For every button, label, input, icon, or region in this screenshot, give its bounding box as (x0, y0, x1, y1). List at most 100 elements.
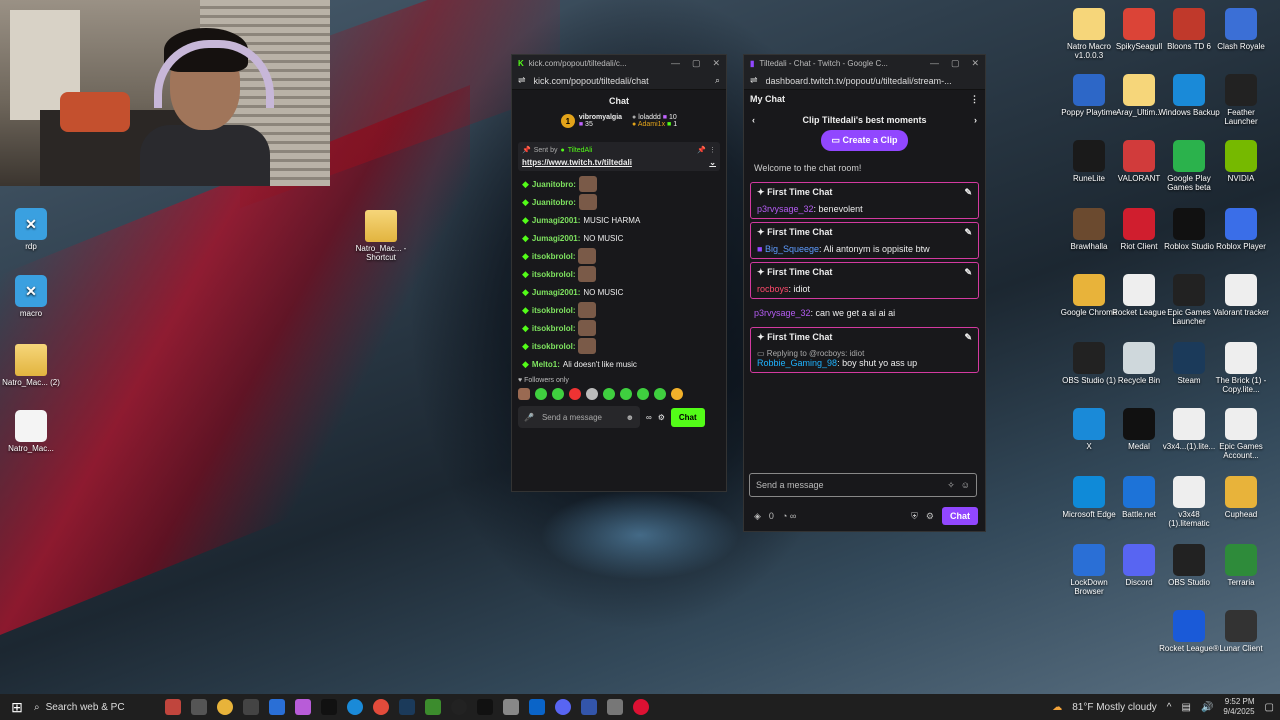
twitch-url-bar[interactable]: ⇌ dashboard.twitch.tv/popout/u/tiltedali… (744, 72, 985, 90)
emote-icon[interactable] (637, 388, 649, 400)
emote-icon[interactable] (603, 388, 615, 400)
weather-icon[interactable]: ☁ (1052, 702, 1062, 713)
chat-username[interactable]: Jumagi2001: (532, 216, 580, 225)
twitch-chat-button[interactable]: Chat (942, 507, 978, 525)
zoom-icon[interactable]: ⌕ (715, 75, 720, 86)
discord-icon[interactable] (555, 699, 571, 715)
chevron-right-icon[interactable]: › (974, 115, 977, 125)
more-options-icon[interactable]: ⋮ (970, 94, 979, 105)
app-icon[interactable] (503, 699, 519, 715)
edit-icon[interactable]: ✎ (964, 187, 972, 198)
emoji-icon[interactable]: ☺ (961, 480, 970, 490)
shield-icon[interactable]: ⛨ (911, 511, 918, 522)
pinned-link[interactable]: https://www.twitch.tv/tiltedali (522, 158, 632, 167)
medal-icon[interactable] (321, 699, 337, 715)
settings-gear-icon[interactable]: ⚙ (658, 413, 665, 422)
kick-chat-button[interactable]: Chat (670, 407, 705, 427)
site-settings-icon[interactable]: ⇌ (518, 75, 526, 86)
app-icon[interactable] (581, 699, 597, 715)
maximize-icon[interactable]: ▢ (951, 58, 960, 69)
edge-icon[interactable] (347, 699, 363, 715)
chrome-icon[interactable] (217, 699, 233, 715)
minecraft-icon[interactable] (425, 699, 441, 715)
emoji-icon[interactable]: ☻ (626, 413, 634, 422)
kick-url-bar[interactable]: ⇌ kick.com/popout/tiltedali/chat ⌕ (512, 72, 726, 90)
chat-username[interactable]: rocboys (757, 284, 789, 294)
emote-icon[interactable] (654, 388, 666, 400)
site-settings-icon[interactable]: ⇌ (750, 75, 758, 86)
desktop-icon[interactable]: The Brick (1) - Copy.lite... (1210, 342, 1272, 394)
task-view-icon[interactable] (191, 699, 207, 715)
app-icon[interactable] (243, 699, 259, 715)
obs-icon[interactable] (451, 699, 467, 715)
windows-start-icon[interactable]: ⊞ (0, 699, 34, 716)
desktop-icon[interactable]: Feather Launcher (1210, 74, 1272, 126)
chat-username[interactable]: Jumagi2001: (532, 234, 580, 243)
weather-text[interactable]: 81°F Mostly cloudy (1072, 702, 1157, 713)
chat-username[interactable]: itsokbrolol: (532, 252, 576, 261)
edit-icon[interactable]: ✎ (964, 332, 972, 343)
clock[interactable]: 9:52 PM 9/4/2025 (1223, 697, 1254, 717)
chat-username[interactable]: Juanitobro: (532, 198, 576, 207)
twitch-message-input[interactable]: Send a message ✧ ☺ (749, 473, 977, 497)
emote-icon[interactable] (518, 388, 530, 400)
chat-username[interactable]: Melto1: (532, 360, 560, 369)
unpin-icon[interactable]: 📌 (697, 146, 706, 154)
epic-icon[interactable] (477, 699, 493, 715)
copilot-icon[interactable] (295, 699, 311, 715)
chat-username[interactable]: Juanitobro: (532, 180, 576, 189)
chat-username[interactable]: itsokbrolol: (532, 342, 576, 351)
desktop-icon-macro[interactable]: ✕ macro (0, 275, 62, 318)
desktop-icon[interactable]: Epic Games Account... (1210, 408, 1272, 460)
emote-icon[interactable] (671, 388, 683, 400)
chat-username[interactable]: itsokbrolol: (532, 324, 576, 333)
chevron-left-icon[interactable]: ‹ (752, 115, 755, 125)
chat-username[interactable]: p3rvysage_32 (754, 308, 811, 318)
close-icon[interactable]: ✕ (712, 58, 720, 69)
edit-icon[interactable]: ✎ (964, 227, 972, 238)
chevron-down-icon[interactable]: ⌄ (709, 158, 716, 167)
chrome-active-icon[interactable] (373, 699, 389, 715)
chat-username[interactable]: Big_Squeege (765, 244, 819, 254)
desktop-icon-rdp[interactable]: ✕ rdp (0, 208, 62, 251)
desktop-icon[interactable]: Terraria (1210, 544, 1272, 587)
app-icon[interactable] (633, 699, 649, 715)
emote-icon[interactable] (586, 388, 598, 400)
create-clip-button[interactable]: ▭ Create a Clip (821, 130, 908, 151)
desktop-icon-natro[interactable]: Natro_Mac... (0, 410, 62, 453)
chat-username[interactable]: itsokbrolol: (532, 270, 576, 279)
microphone-icon[interactable]: 🎤 (524, 413, 534, 422)
chat-username[interactable]: itsokbrolol: (532, 306, 576, 315)
desktop-icon[interactable]: Cuphead (1210, 476, 1272, 519)
volume-icon[interactable]: 🔊 (1201, 702, 1213, 713)
store-icon[interactable] (269, 699, 285, 715)
minimize-icon[interactable]: — (671, 58, 680, 69)
edit-icon[interactable]: ✎ (964, 267, 972, 278)
emote-icon[interactable] (620, 388, 632, 400)
desktop-icon-natro-2[interactable]: Natro_Mac... (2) (0, 344, 62, 387)
taskbar-search[interactable]: ⌕ Search web & PC (34, 702, 159, 713)
desktop-icon[interactable]: Clash Royale (1210, 8, 1272, 51)
emote-icon[interactable] (535, 388, 547, 400)
chat-username[interactable]: Robbie_Gaming_98 (757, 358, 837, 368)
magic-icon[interactable]: ✧ (947, 480, 955, 491)
maximize-icon[interactable]: ▢ (692, 58, 701, 69)
emote-icon[interactable] (569, 388, 581, 400)
notification-icon[interactable]: ▢ (1265, 702, 1274, 713)
channel-points-icon[interactable]: ◈ (754, 511, 761, 522)
steam-icon[interactable] (399, 699, 415, 715)
minimize-icon[interactable]: — (930, 58, 939, 69)
settings-gear-icon[interactable]: ⚙ (926, 511, 934, 522)
desktop-icon[interactable]: Lunar Client (1210, 610, 1272, 653)
outlook-icon[interactable] (529, 699, 545, 715)
widget-icon[interactable] (165, 699, 181, 715)
chat-username[interactable]: Jumagi2001: (532, 288, 580, 297)
emote-icon[interactable] (552, 388, 564, 400)
desktop-icon[interactable]: Valorant tracker (1210, 274, 1272, 317)
network-icon[interactable]: ▤ (1182, 702, 1191, 713)
app-icon[interactable] (607, 699, 623, 715)
desktop-icon-natro-shortcut[interactable]: Natro_Mac... - Shortcut (350, 210, 412, 262)
timer-icon[interactable]: ◔ ∞ (782, 511, 796, 521)
close-icon[interactable]: ✕ (971, 58, 979, 69)
points-icon[interactable]: ∞ (646, 413, 652, 422)
